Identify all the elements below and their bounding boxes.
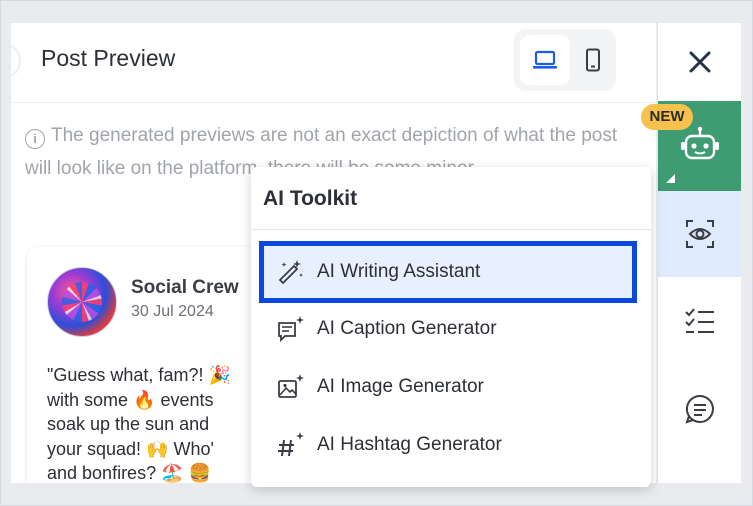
menu-item-label: AI Hashtag Generator (317, 434, 502, 455)
checklist-tab[interactable] (658, 291, 741, 351)
tile-corner-marker (666, 174, 675, 183)
menu-item-ai-writing-assistant[interactable]: AI Writing Assistant (259, 241, 637, 303)
menu-item-ai-caption-generator[interactable]: AI Caption Generator (259, 301, 637, 357)
menu-item-ai-image-generator[interactable]: AI Image Generator (259, 359, 637, 415)
image-sparkle-icon (271, 367, 311, 407)
preview-tab[interactable] (658, 191, 741, 277)
page-title: Post Preview (41, 45, 176, 71)
hashtag-sparkle-icon (271, 425, 311, 465)
laptop-icon (533, 50, 557, 69)
caption-sparkle-icon (271, 309, 311, 349)
account-name: Social Crew (131, 277, 239, 298)
eye-icon (684, 475, 716, 483)
eye-scan-icon (686, 220, 714, 248)
menu-item-label: AI Caption Generator (317, 318, 497, 339)
robot-icon (681, 126, 719, 160)
info-icon: i (25, 129, 45, 149)
more-tab[interactable] (658, 461, 741, 483)
comment-icon (685, 394, 714, 424)
new-badge: NEW (641, 104, 693, 130)
close-button[interactable] (658, 23, 741, 101)
comments-tab[interactable] (658, 379, 741, 439)
close-icon (689, 51, 711, 73)
magic-wand-icon (271, 252, 311, 292)
checklist-icon (685, 308, 714, 333)
screenshot-frame: Post Preview i The generated previews ar… (0, 0, 753, 506)
avatar (47, 267, 117, 337)
post-date: 30 Jul 2024 (131, 303, 214, 320)
phone-icon (586, 48, 600, 72)
menu-item-label: AI Writing Assistant (317, 261, 481, 282)
panel-header: Post Preview (11, 23, 656, 103)
menu-item-ai-hashtag-generator[interactable]: AI Hashtag Generator (259, 417, 637, 473)
menu-title: AI Toolkit (263, 187, 358, 210)
desktop-view-button[interactable] (520, 35, 570, 85)
device-toggle (514, 29, 616, 91)
right-toolbar (657, 23, 741, 483)
menu-item-label: AI Image Generator (317, 376, 484, 397)
ai-toolkit-menu: AI Toolkit AI Writing Assistant AI Capti… (251, 167, 651, 487)
collapse-handle[interactable] (11, 45, 19, 77)
menu-divider (251, 229, 651, 230)
mobile-view-button[interactable] (568, 35, 618, 85)
